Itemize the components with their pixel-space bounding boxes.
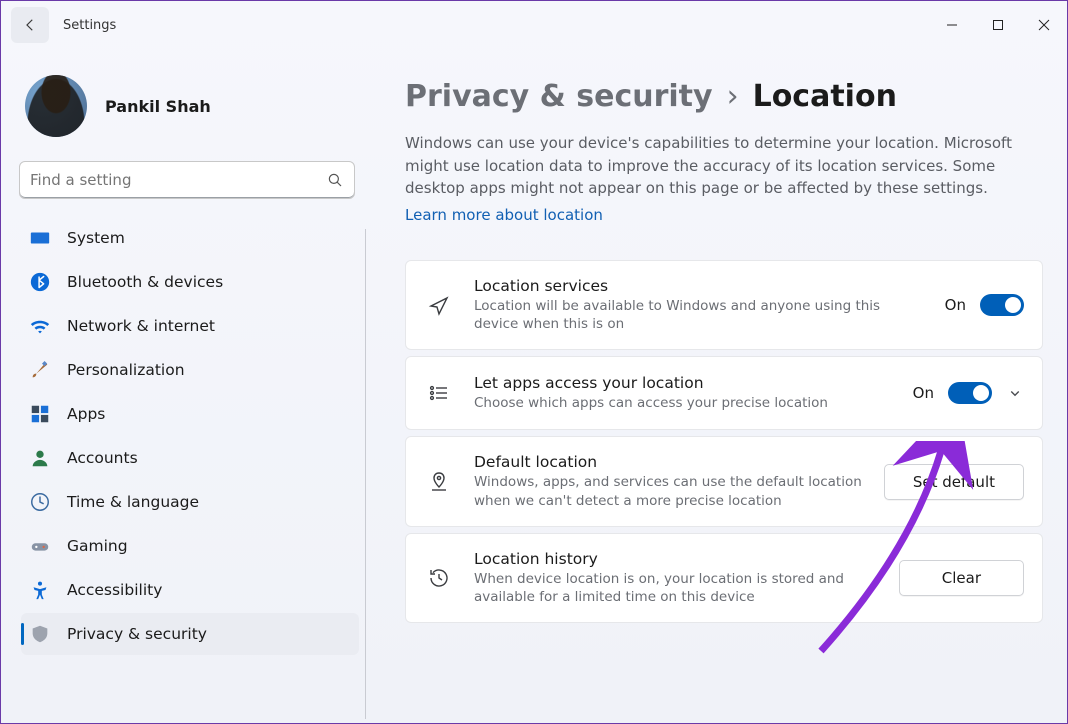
back-button[interactable]: [11, 7, 49, 43]
toggle-state: On: [945, 296, 966, 314]
sidebar-item-bluetooth[interactable]: Bluetooth & devices: [21, 261, 359, 303]
card-subtitle: When device location is on, your locatio…: [474, 570, 879, 606]
history-icon: [424, 566, 454, 590]
sidebar-item-network[interactable]: Network & internet: [21, 305, 359, 347]
breadcrumb: Privacy & security › Location: [405, 79, 1043, 114]
learn-more-link[interactable]: Learn more about location: [405, 204, 603, 227]
chevron-right-icon: ›: [727, 79, 739, 114]
toggle-state: On: [913, 384, 934, 402]
card-subtitle: Choose which apps can access your precis…: [474, 394, 893, 412]
profile-name: Pankil Shah: [105, 97, 211, 116]
card-title: Location services: [474, 277, 925, 295]
apps-icon: [29, 403, 51, 425]
sidebar-item-privacy-security[interactable]: Privacy & security: [21, 613, 359, 655]
accessibility-icon: [29, 579, 51, 601]
avatar: [25, 75, 87, 137]
search-box[interactable]: [19, 161, 355, 199]
sidebar-item-gaming[interactable]: Gaming: [21, 525, 359, 567]
breadcrumb-parent[interactable]: Privacy & security: [405, 79, 713, 114]
apps-access-location-toggle[interactable]: [948, 382, 992, 404]
card-title: Location history: [474, 550, 879, 568]
card-title: Let apps access your location: [474, 374, 893, 392]
map-pin-icon: [424, 470, 454, 494]
page-description: Windows can use your device's capabiliti…: [405, 132, 1043, 226]
card-location-services[interactable]: Location services Location will be avail…: [405, 260, 1043, 350]
list-settings-icon: [424, 381, 454, 405]
card-default-location: Default location Windows, apps, and serv…: [405, 436, 1043, 526]
window-controls: [929, 9, 1067, 41]
clear-button[interactable]: Clear: [899, 560, 1024, 596]
nav-list: System Bluetooth & devices Network & int…: [19, 215, 361, 723]
chevron-down-icon[interactable]: [1006, 384, 1024, 402]
sidebar-item-label: Accessibility: [67, 581, 162, 599]
set-default-button[interactable]: Set default: [884, 464, 1024, 500]
maximize-button[interactable]: [975, 9, 1021, 41]
content: Privacy & security › Location Windows ca…: [371, 49, 1067, 723]
sidebar-item-label: System: [67, 229, 125, 247]
sidebar-item-accessibility[interactable]: Accessibility: [21, 569, 359, 611]
titlebar: Settings: [1, 1, 1067, 49]
clock-globe-icon: [29, 491, 51, 513]
page-title: Location: [753, 79, 897, 114]
sidebar-scroll-indicator: [365, 229, 366, 719]
sidebar-item-label: Accounts: [67, 449, 138, 467]
sidebar-item-label: Gaming: [67, 537, 128, 555]
sidebar-item-system[interactable]: System: [21, 217, 359, 259]
system-icon: [29, 227, 51, 249]
card-title: Default location: [474, 453, 864, 471]
card-location-history: Location history When device location is…: [405, 533, 1043, 623]
minimize-button[interactable]: [929, 9, 975, 41]
card-subtitle: Location will be available to Windows an…: [474, 297, 925, 333]
sidebar-item-label: Time & language: [67, 493, 199, 511]
app-title: Settings: [63, 18, 116, 33]
profile[interactable]: Pankil Shah: [19, 67, 361, 155]
person-icon: [29, 447, 51, 469]
location-arrow-icon: [424, 293, 454, 317]
card-subtitle: Windows, apps, and services can use the …: [474, 473, 864, 509]
bluetooth-icon: [29, 271, 51, 293]
gamepad-icon: [29, 535, 51, 557]
card-apps-access-location[interactable]: Let apps access your location Choose whi…: [405, 356, 1043, 430]
search-icon: [326, 171, 344, 189]
sidebar-item-time-language[interactable]: Time & language: [21, 481, 359, 523]
sidebar-item-label: Network & internet: [67, 317, 215, 335]
sidebar-item-label: Bluetooth & devices: [67, 273, 223, 291]
sidebar: Pankil Shah System Bluetooth & devices N…: [1, 49, 371, 723]
sidebar-item-personalization[interactable]: Personalization: [21, 349, 359, 391]
location-services-toggle[interactable]: [980, 294, 1024, 316]
paintbrush-icon: [29, 359, 51, 381]
shield-icon: [29, 623, 51, 645]
sidebar-item-apps[interactable]: Apps: [21, 393, 359, 435]
search-input[interactable]: [30, 171, 326, 189]
description-text: Windows can use your device's capabiliti…: [405, 134, 1012, 197]
sidebar-item-label: Privacy & security: [67, 625, 207, 643]
sidebar-item-label: Personalization: [67, 361, 185, 379]
sidebar-item-label: Apps: [67, 405, 105, 423]
close-button[interactable]: [1021, 9, 1067, 41]
sidebar-item-accounts[interactable]: Accounts: [21, 437, 359, 479]
wifi-icon: [29, 315, 51, 337]
